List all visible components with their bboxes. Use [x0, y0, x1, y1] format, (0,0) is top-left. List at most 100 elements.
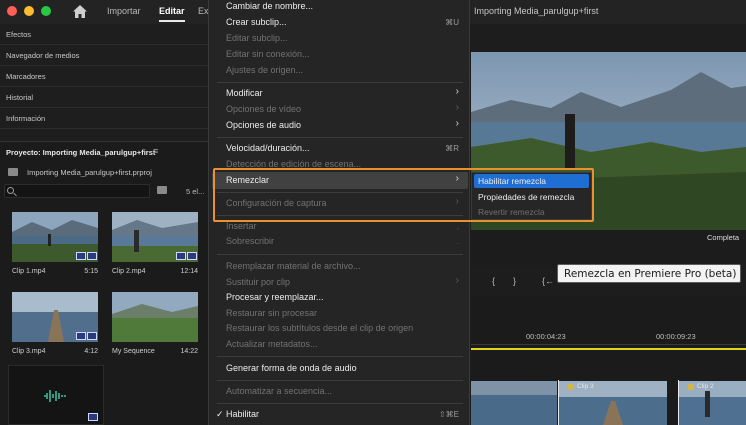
menu-shortcut: ⌘R — [445, 144, 459, 153]
panel-historial[interactable]: Historial — [0, 87, 208, 108]
audio-badge — [76, 332, 86, 340]
menu-separator — [217, 254, 463, 255]
bin-icon[interactable] — [157, 186, 167, 194]
clip-duration: 5:15 — [84, 268, 98, 275]
clip-name: Clip 3.mp4 — [12, 348, 46, 355]
menu-separator — [217, 82, 463, 83]
timeline-clip[interactable] — [559, 381, 667, 425]
audio-waveform-icon — [44, 390, 66, 402]
video-badge — [87, 332, 97, 340]
clip-duration: 4:12 — [84, 348, 98, 355]
fx-icon — [568, 384, 574, 390]
menu-item-editar-sin-conexion[interactable]: Editar sin conexión... — [226, 49, 310, 59]
menu-shortcut: . — [456, 237, 459, 246]
menu-item-reemplazar-material[interactable]: Reemplazar material de archivo... — [226, 261, 361, 271]
fx-icon — [688, 384, 694, 390]
project-title: Importing Media_parulgup+first — [474, 6, 599, 16]
menu-item-ajustes-origen[interactable]: Ajustes de origen... — [226, 65, 303, 75]
panel-navegador-de-medios[interactable]: Navegador de medios — [0, 45, 208, 66]
panel-label: Información — [6, 114, 46, 123]
panel-label: Marcadores — [6, 72, 46, 81]
tab-exportar[interactable]: Ex — [198, 6, 209, 16]
home-icon[interactable] — [72, 4, 88, 19]
submenu-arrow-icon: › — [455, 102, 459, 113]
timeline-clip[interactable] — [471, 381, 557, 425]
menu-item-procesar-reemplazar[interactable]: Procesar y reemplazar... — [226, 292, 324, 302]
go-to-in-button[interactable]: {← — [542, 276, 554, 286]
panel-label: Efectos — [6, 30, 32, 39]
menu-item-cambiar-nombre[interactable]: Cambiar de nombre... — [226, 1, 313, 11]
menu-shortcut: , — [456, 222, 459, 231]
menu-separator — [217, 403, 463, 404]
timeline-clip-label: Clip 3 — [577, 383, 594, 390]
submenu-arrow-icon: › — [455, 118, 459, 129]
menu-separator — [217, 137, 463, 138]
menu-item-velocidad-duracion[interactable]: Velocidad/duración... — [226, 143, 310, 153]
checkmark-icon: ✓ — [216, 409, 224, 419]
audio-badge — [76, 252, 86, 260]
menu-item-editar-subclip[interactable]: Editar subclip... — [226, 33, 288, 43]
menu-item-automatizar-secuencia[interactable]: Automatizar a secuencia... — [226, 386, 332, 396]
close-window-button[interactable] — [7, 6, 17, 16]
menu-item-generar-forma-onda[interactable]: Generar forma de onda de audio — [226, 363, 357, 373]
callout-highlight — [213, 168, 594, 222]
work-area-bar[interactable] — [471, 348, 746, 350]
project-file-name: Importing Media_parulgup+first.prproj — [27, 168, 152, 177]
menu-item-opciones-audio[interactable]: Opciones de audio — [226, 120, 301, 130]
clip-name: My Sequence — [112, 348, 155, 355]
audio-clip-item[interactable] — [8, 365, 104, 425]
clip-thumbnail — [112, 292, 198, 342]
clip-name: Clip 1.mp4 — [12, 268, 46, 275]
menu-item-sobrescribir[interactable]: Sobrescribir — [226, 236, 274, 246]
menu-shortcut: ⌘U — [445, 18, 459, 27]
submenu-arrow-icon: › — [455, 86, 459, 97]
menu-shortcut: ⇧⌘E — [438, 410, 459, 419]
mark-out-button[interactable]: } — [513, 276, 516, 286]
zoom-level-select[interactable]: Completa — [707, 233, 739, 242]
minimize-window-button[interactable] — [24, 6, 34, 16]
clip-duration: 14:22 — [180, 348, 198, 355]
mark-in-button[interactable]: { — [492, 276, 495, 286]
timecode-label: 00:00:04:23 — [526, 332, 566, 341]
panel-label: Historial — [6, 93, 34, 102]
tooltip-text: Remezcla en Premiere Pro (beta) — [564, 268, 737, 280]
program-controls-bar — [471, 230, 746, 266]
timeline-ruler — [471, 344, 746, 345]
menu-item-sustituir-clip[interactable]: Sustituir por clip — [226, 277, 290, 287]
zoom-window-button[interactable] — [41, 6, 51, 16]
clip-duration: 12:14 — [180, 268, 198, 275]
menu-separator — [217, 380, 463, 381]
playhead[interactable] — [558, 380, 559, 425]
menu-item-crear-subclip[interactable]: Crear subclip... — [226, 17, 287, 27]
menu-item-actualizar-metadatos[interactable]: Actualizar metadatos... — [226, 339, 318, 349]
panel-efectos[interactable]: Efectos — [0, 24, 208, 45]
menu-item-insertar[interactable]: Insertar — [226, 221, 257, 231]
menu-item-habilitar[interactable]: Habilitar — [226, 409, 259, 419]
clip-name: Clip 2.mp4 — [112, 268, 146, 275]
project-panel-title[interactable]: Proyecto: Importing Media_parulgup+first — [6, 148, 155, 157]
item-count: 5 el... — [186, 187, 205, 196]
folder-icon — [8, 168, 18, 176]
submenu-arrow-icon: › — [455, 275, 459, 286]
video-badge — [187, 252, 197, 260]
audio-badge — [176, 252, 186, 260]
timecode-label: 00:00:09:23 — [656, 332, 696, 341]
tab-editar[interactable]: Editar — [159, 6, 185, 22]
panel-informacion[interactable]: Información — [0, 108, 208, 129]
tooltip: Remezcla en Premiere Pro (beta) — [557, 264, 741, 283]
menu-item-modificar[interactable]: Modificar — [226, 88, 263, 98]
search-input[interactable] — [4, 184, 150, 198]
video-badge — [87, 252, 97, 260]
menu-item-restaurar-subtitulos[interactable]: Restaurar los subtítulos desde el clip d… — [226, 323, 413, 333]
timeline-clip-label: Clip 2 — [697, 383, 714, 390]
panel-menu-icon[interactable]: ≡ — [153, 146, 158, 156]
audio-badge — [88, 413, 98, 421]
menu-item-opciones-video[interactable]: Opciones de vídeo — [226, 104, 301, 114]
menu-separator — [217, 356, 463, 357]
panel-marcadores[interactable]: Marcadores — [0, 66, 208, 87]
search-icon — [7, 187, 14, 194]
tab-importar[interactable]: Importar — [107, 6, 141, 16]
menu-item-restaurar-sin-procesar[interactable]: Restaurar sin procesar — [226, 308, 317, 318]
playhead[interactable] — [678, 380, 679, 425]
panel-label: Navegador de medios — [6, 51, 80, 60]
